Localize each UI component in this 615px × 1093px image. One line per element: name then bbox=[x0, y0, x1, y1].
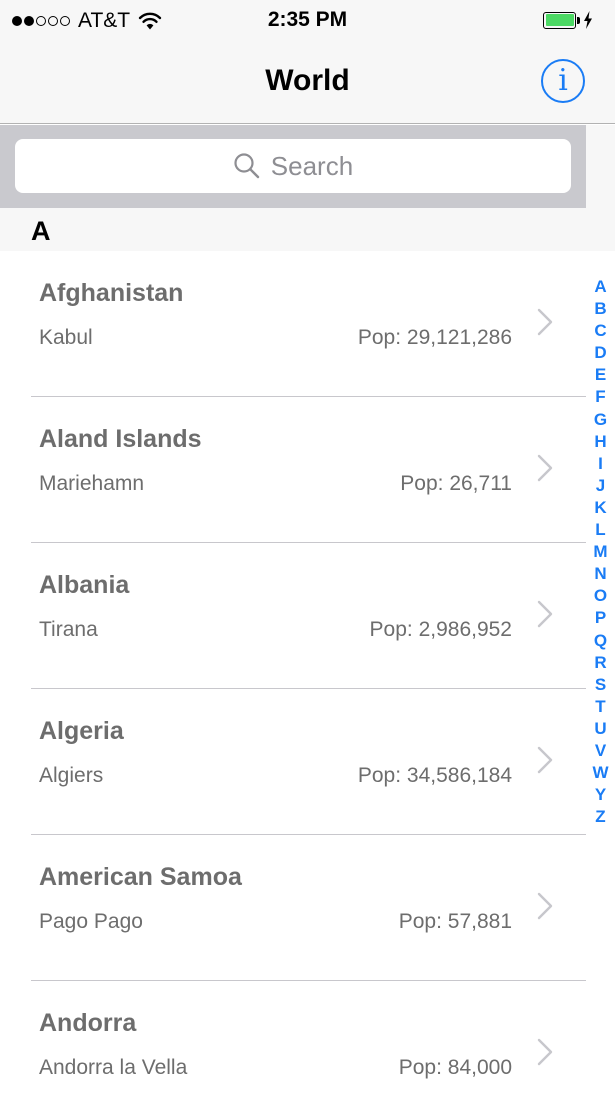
index-letter[interactable]: P bbox=[595, 607, 606, 629]
page-title: World bbox=[265, 64, 350, 97]
chevron-right-icon bbox=[537, 308, 553, 336]
chevron-right-icon bbox=[537, 454, 553, 482]
country-name: Afghanistan bbox=[39, 279, 184, 307]
search-placeholder: Search bbox=[270, 150, 354, 181]
index-letter[interactable]: T bbox=[595, 696, 605, 718]
index-background bbox=[586, 125, 615, 251]
index-letter[interactable]: D bbox=[594, 342, 606, 364]
index-letter[interactable]: N bbox=[594, 563, 606, 585]
info-button[interactable]: i bbox=[541, 59, 585, 103]
country-name: Algeria bbox=[39, 717, 124, 745]
table-row[interactable]: Albania Tirana Pop: 2,986,952 bbox=[0, 543, 586, 689]
capital-name: Tirana bbox=[39, 618, 98, 641]
chevron-right-icon bbox=[537, 892, 553, 920]
chevron-right-icon bbox=[537, 746, 553, 774]
section-header: A bbox=[0, 208, 586, 251]
index-letter[interactable]: Z bbox=[595, 806, 605, 828]
capital-name: Mariehamn bbox=[39, 472, 145, 495]
population: Pop: 2,986,952 bbox=[369, 618, 512, 641]
table-row[interactable]: Algeria Algiers Pop: 34,586,184 bbox=[0, 689, 586, 835]
chevron-right-icon bbox=[537, 600, 553, 628]
index-letter[interactable]: F bbox=[595, 386, 605, 408]
status-bar: AT&T 2:35 PM bbox=[0, 0, 615, 40]
index-letter[interactable]: C bbox=[594, 320, 606, 342]
index-letter[interactable]: S bbox=[595, 674, 606, 696]
search-bar: Search bbox=[0, 125, 586, 208]
population: Pop: 26,711 bbox=[400, 472, 512, 495]
index-letter[interactable]: I bbox=[598, 453, 603, 475]
country-name: Andorra bbox=[39, 1009, 137, 1037]
table-row[interactable]: Andorra Andorra la Vella Pop: 84,000 bbox=[0, 981, 586, 1093]
table-row[interactable]: American Samoa Pago Pago Pop: 57,881 bbox=[0, 835, 586, 981]
population: Pop: 84,000 bbox=[398, 1056, 512, 1079]
index-letter[interactable]: Q bbox=[594, 630, 607, 652]
index-letter[interactable]: U bbox=[594, 718, 606, 740]
navigation-bar: World i bbox=[0, 40, 615, 124]
index-letter[interactable]: J bbox=[596, 475, 605, 497]
population: Pop: 29,121,286 bbox=[357, 326, 512, 349]
screen: AT&T 2:35 PM World i Search A Afghanista… bbox=[0, 0, 615, 1093]
battery-fill bbox=[545, 14, 574, 26]
index-letter[interactable]: M bbox=[593, 541, 607, 563]
population: Pop: 34,586,184 bbox=[357, 764, 512, 787]
info-icon: i bbox=[558, 63, 568, 98]
index-letter[interactable]: O bbox=[594, 585, 607, 607]
index-letter[interactable]: L bbox=[595, 519, 605, 541]
index-letter[interactable]: B bbox=[594, 298, 606, 320]
charging-bolt-icon bbox=[584, 11, 592, 29]
capital-name: Kabul bbox=[39, 326, 93, 349]
index-letter[interactable]: W bbox=[592, 762, 608, 784]
capital-name: Andorra la Vella bbox=[39, 1056, 188, 1079]
chevron-right-icon bbox=[537, 1038, 553, 1066]
capital-name: Pago Pago bbox=[39, 910, 143, 933]
index-letter[interactable]: Y bbox=[595, 784, 606, 806]
search-input[interactable]: Search bbox=[15, 139, 571, 193]
population: Pop: 57,881 bbox=[398, 910, 512, 933]
battery-body bbox=[543, 11, 576, 29]
country-list: Afghanistan Kabul Pop: 29,121,286 Aland Isl… bbox=[0, 251, 586, 1093]
index-letter[interactable]: G bbox=[594, 409, 607, 431]
section-index[interactable]: ABCDEFGHIJKLMNOPQRSTUVWYZ bbox=[586, 276, 615, 828]
table-row[interactable]: Aland Islands Mariehamn Pop: 26,711 bbox=[0, 397, 586, 543]
index-letter[interactable]: V bbox=[595, 740, 606, 762]
search-icon bbox=[234, 153, 259, 179]
index-letter[interactable]: H bbox=[594, 431, 606, 453]
status-time: 2:35 PM bbox=[267, 8, 348, 31]
index-letter[interactable]: R bbox=[594, 652, 606, 674]
country-name: Albania bbox=[39, 571, 130, 599]
country-name: Aland Islands bbox=[39, 425, 202, 453]
index-letter[interactable]: A bbox=[594, 276, 606, 298]
section-letter: A bbox=[31, 216, 51, 246]
index-letter[interactable]: E bbox=[595, 364, 606, 386]
index-letter[interactable]: K bbox=[594, 497, 606, 519]
table-row[interactable]: Afghanistan Kabul Pop: 29,121,286 bbox=[0, 251, 586, 397]
capital-name: Algiers bbox=[39, 764, 104, 787]
country-name: American Samoa bbox=[39, 863, 242, 891]
battery-icon bbox=[543, 11, 593, 29]
battery-tip bbox=[577, 16, 580, 24]
